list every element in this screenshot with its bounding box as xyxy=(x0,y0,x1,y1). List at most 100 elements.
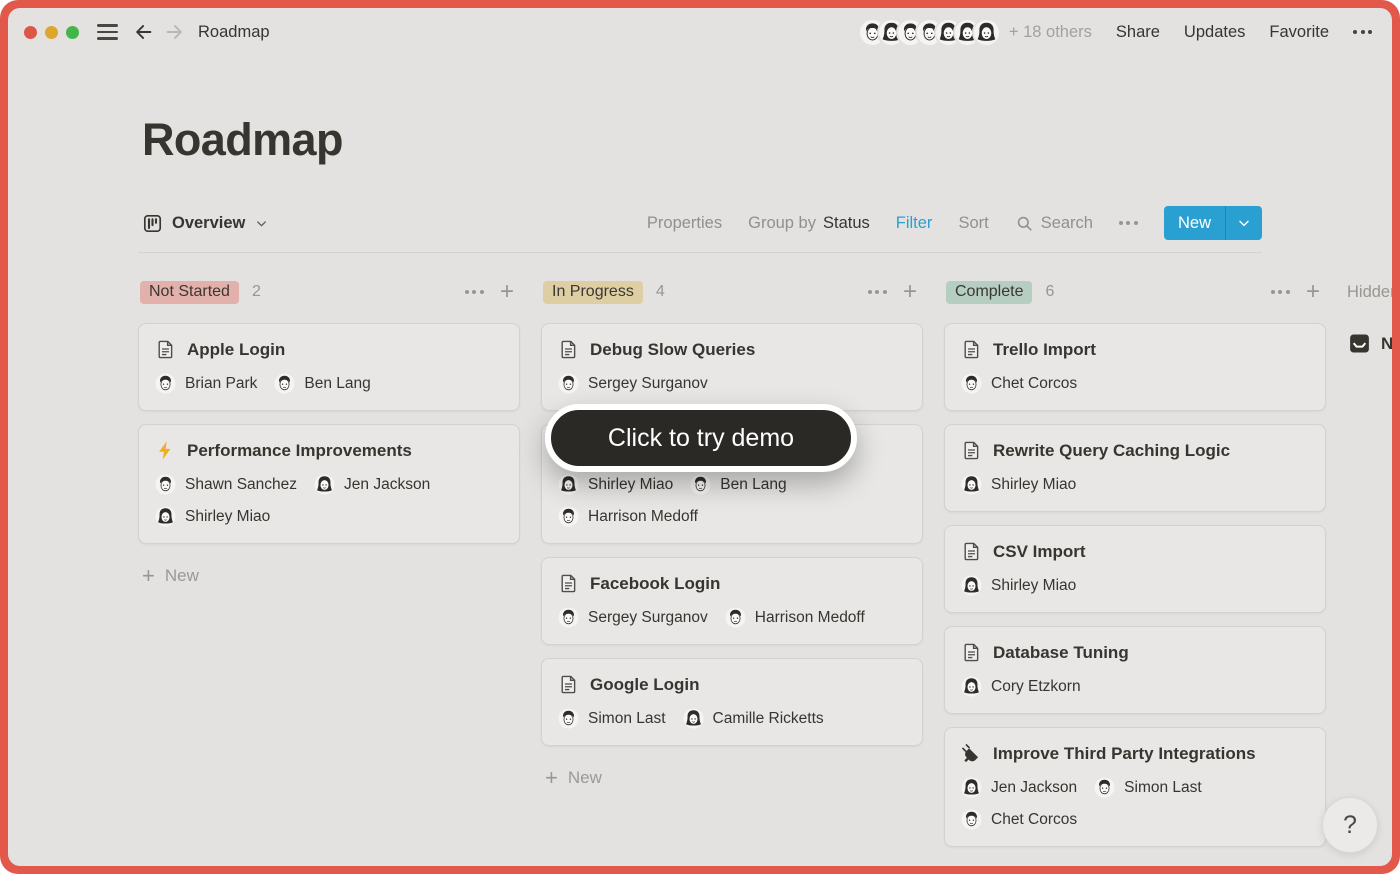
assignee-name: Simon Last xyxy=(1124,779,1202,797)
search-icon xyxy=(1015,214,1034,233)
back-arrow-icon[interactable] xyxy=(132,20,156,44)
assignee-row: Shirley Miao xyxy=(961,474,1309,495)
hidden-columns-label[interactable]: Hidden xyxy=(1347,279,1392,305)
column-new-label: New xyxy=(165,566,199,586)
assignee-row: Brian Park Ben Lang xyxy=(155,373,503,394)
plus-icon: + xyxy=(545,768,558,788)
card-title: Rewrite Query Caching Logic xyxy=(993,441,1230,461)
task-card[interactable]: CSV Import Shirley Miao xyxy=(944,525,1326,613)
column-add-icon[interactable]: + xyxy=(1306,282,1320,302)
assignee-avatar xyxy=(558,474,579,495)
help-label: ? xyxy=(1343,811,1357,840)
assignee-chip: Chet Corcos xyxy=(961,809,1077,830)
assignee-chip: Simon Last xyxy=(1094,777,1202,798)
new-button[interactable]: New xyxy=(1164,206,1262,240)
assignee-avatar xyxy=(558,373,579,394)
card-title: Google Login xyxy=(590,675,700,695)
minimize-window-button[interactable] xyxy=(45,26,58,39)
favorite-button[interactable]: Favorite xyxy=(1269,23,1329,42)
assignee-row: Jen Jackson Simon Last xyxy=(961,777,1309,798)
avatar-stack[interactable] xyxy=(858,18,1001,47)
column-header: Not Started 2 + xyxy=(138,279,520,305)
zoom-window-button[interactable] xyxy=(66,26,79,39)
assignee-name: Sergey Surganov xyxy=(588,375,708,393)
columns-wrap: Not Started 2 + Apple Login Brian Park B… xyxy=(138,279,1326,860)
card-title: CSV Import xyxy=(993,542,1086,562)
task-card[interactable]: Debug Slow Queries Sergey Surganov xyxy=(541,323,923,411)
assignee-name: Chet Corcos xyxy=(991,811,1077,829)
task-card[interactable]: Google Login Simon Last Camille Ricketts xyxy=(541,658,923,746)
new-button-label: New xyxy=(1164,214,1225,233)
more-collaborators-label: + 18 others xyxy=(1009,23,1092,42)
column-more-icon[interactable] xyxy=(1271,290,1290,294)
assignee-rows: Brian Park Ben Lang xyxy=(155,373,503,394)
column-header: In Progress 4 + xyxy=(541,279,923,305)
try-demo-overlay-button[interactable]: Click to try demo xyxy=(545,404,857,472)
topbar-more-icon[interactable] xyxy=(1353,30,1372,34)
assignee-row: Harrison Medoff xyxy=(558,506,906,527)
filter-button[interactable]: Filter xyxy=(896,214,933,233)
assignee-chip: Shirley Miao xyxy=(961,575,1076,596)
card-title: Facebook Login xyxy=(590,574,720,594)
board-column: Complete 6 + Trello Import Chet Corcos R… xyxy=(944,279,1326,860)
close-window-button[interactable] xyxy=(24,26,37,39)
doc-icon xyxy=(961,339,982,360)
column-new-button[interactable]: + New xyxy=(545,768,923,788)
assignee-chip: Shirley Miao xyxy=(961,474,1076,495)
breadcrumb-page-title[interactable]: Roadmap xyxy=(198,23,270,42)
new-button-caret-icon[interactable] xyxy=(1226,215,1262,231)
properties-button[interactable]: Properties xyxy=(647,214,722,233)
assignee-chip: Ben Lang xyxy=(274,373,370,394)
task-card[interactable]: Facebook Login Sergey Surganov Harrison … xyxy=(541,557,923,645)
forward-arrow-icon[interactable] xyxy=(162,20,186,44)
group-by-label: Group by xyxy=(748,214,816,233)
assignee-name: Jen Jackson xyxy=(991,779,1077,797)
assignee-avatar xyxy=(725,607,746,628)
assignee-avatar xyxy=(314,474,335,495)
column-add-icon[interactable]: + xyxy=(500,282,514,302)
task-card[interactable]: Database Tuning Cory Etzkorn xyxy=(944,626,1326,714)
assignee-row: Shirley Miao xyxy=(155,506,503,527)
assignee-rows: Shirley Miao xyxy=(961,474,1309,495)
assignee-name: Simon Last xyxy=(588,710,666,728)
task-card[interactable]: Rewrite Query Caching Logic Shirley Miao xyxy=(944,424,1326,512)
share-button[interactable]: Share xyxy=(1116,23,1160,42)
sidebar-menu-icon[interactable] xyxy=(97,24,118,39)
column-new-label: New xyxy=(568,768,602,788)
search-button[interactable]: Search xyxy=(1015,214,1093,233)
doc-icon xyxy=(961,541,982,562)
task-card[interactable]: Trello Import Chet Corcos xyxy=(944,323,1326,411)
view-switcher[interactable]: Overview xyxy=(142,213,269,234)
task-card[interactable]: Performance Improvements Shawn Sanchez J… xyxy=(138,424,520,544)
toolbar-more-icon[interactable] xyxy=(1119,221,1138,225)
sort-button[interactable]: Sort xyxy=(958,214,988,233)
assignee-row: Shirley Miao xyxy=(961,575,1309,596)
assignee-avatar xyxy=(558,506,579,527)
assignee-avatar xyxy=(961,809,982,830)
hidden-group-no-status[interactable]: No Status xyxy=(1347,331,1392,356)
column-new-button[interactable]: + New xyxy=(142,566,520,586)
user-avatar xyxy=(972,18,1001,47)
help-button[interactable]: ? xyxy=(1322,797,1378,853)
view-name: Overview xyxy=(172,214,245,233)
card-list: Debug Slow Queries Sergey Surganov Add A… xyxy=(541,323,923,746)
card-list: Trello Import Chet Corcos Rewrite Query … xyxy=(944,323,1326,847)
assignee-name: Camille Ricketts xyxy=(713,710,824,728)
task-card[interactable]: Apple Login Brian Park Ben Lang xyxy=(138,323,520,411)
column-more-icon[interactable] xyxy=(465,290,484,294)
column-more-icon[interactable] xyxy=(868,290,887,294)
card-list: Apple Login Brian Park Ben Lang Performa… xyxy=(138,323,520,544)
doc-icon xyxy=(558,339,579,360)
try-demo-label: Click to try demo xyxy=(608,424,794,453)
column-add-icon[interactable]: + xyxy=(903,282,917,302)
updates-button[interactable]: Updates xyxy=(1184,23,1245,42)
card-title: Trello Import xyxy=(993,340,1096,360)
assignee-name: Shirley Miao xyxy=(185,508,270,526)
group-by-button[interactable]: Group by Status xyxy=(748,214,870,233)
assignee-name: Ben Lang xyxy=(304,375,370,393)
task-card[interactable]: Improve Third Party Integrations Jen Jac… xyxy=(944,727,1326,847)
page-title: Roadmap xyxy=(142,114,1392,166)
doc-icon xyxy=(961,642,982,663)
assignee-name: Shirley Miao xyxy=(991,577,1076,595)
assignee-avatar xyxy=(690,474,711,495)
